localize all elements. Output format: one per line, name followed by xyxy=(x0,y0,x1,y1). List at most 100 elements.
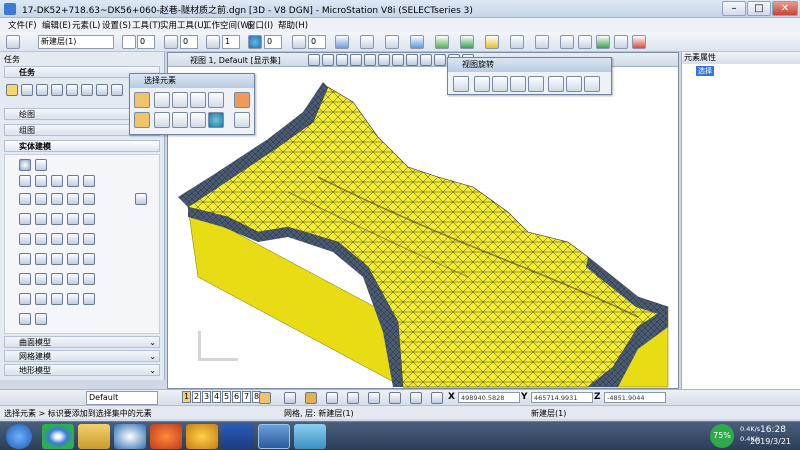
boolean-subtract-icon[interactable] xyxy=(51,213,63,225)
extend-icon[interactable] xyxy=(67,293,79,305)
torus-icon[interactable] xyxy=(67,175,79,187)
zoom-out-icon[interactable] xyxy=(322,54,334,66)
y-coordinate[interactable]: 465714.9931 xyxy=(531,392,593,403)
rectangle-select-icon[interactable] xyxy=(154,92,170,108)
rotate-tool-icon[interactable] xyxy=(66,84,78,96)
taper-icon[interactable] xyxy=(19,233,31,245)
snap-icon[interactable] xyxy=(510,35,524,49)
sphere-icon[interactable] xyxy=(19,159,31,171)
layers-icon[interactable] xyxy=(485,35,499,49)
scale-tool-icon[interactable] xyxy=(81,84,93,96)
raster-icon[interactable] xyxy=(410,35,424,49)
zoom-in-icon[interactable] xyxy=(308,54,320,66)
thicken-icon[interactable] xyxy=(83,193,95,205)
revolve-icon[interactable] xyxy=(51,193,63,205)
color-icon[interactable] xyxy=(122,35,136,49)
line-style-icon[interactable] xyxy=(164,35,178,49)
sweep-icon[interactable] xyxy=(51,273,63,285)
settings-icon[interactable] xyxy=(614,35,628,49)
front-view-icon[interactable] xyxy=(510,76,526,92)
rotate-dynamic-icon[interactable] xyxy=(453,76,469,92)
view-previous-icon[interactable] xyxy=(392,54,404,66)
section-icon[interactable] xyxy=(35,313,47,325)
imprint-icon[interactable] xyxy=(83,233,95,245)
attach-tools-icon[interactable] xyxy=(360,35,374,49)
add-selection-icon[interactable] xyxy=(154,112,170,128)
priority-icon[interactable] xyxy=(292,35,306,49)
back-view-icon[interactable] xyxy=(528,76,544,92)
box-icon[interactable] xyxy=(19,193,31,205)
view-button-4[interactable]: 4 xyxy=(212,391,221,403)
primary-tools-icon[interactable] xyxy=(335,35,349,49)
start-button[interactable] xyxy=(6,424,32,449)
wedge-icon[interactable] xyxy=(83,175,95,187)
fence-tool-icon[interactable] xyxy=(21,84,33,96)
hole-icon[interactable] xyxy=(67,233,79,245)
cylinder-icon[interactable] xyxy=(35,175,47,187)
minimize-button[interactable]: – xyxy=(722,1,746,16)
boolean-union-icon[interactable] xyxy=(19,213,31,225)
menu-settings[interactable]: 设置(S) xyxy=(102,19,131,31)
ellipse-icon[interactable] xyxy=(135,193,147,205)
close-file-icon[interactable] xyxy=(632,35,646,49)
weight-icon[interactable] xyxy=(206,35,220,49)
stitch-icon[interactable] xyxy=(19,293,31,305)
tangent-snap-icon[interactable] xyxy=(410,392,422,404)
delete-tool-icon[interactable] xyxy=(96,84,108,96)
pointer-icon[interactable] xyxy=(234,112,250,128)
boolean-intersect-icon[interactable] xyxy=(35,213,47,225)
publish-icon[interactable] xyxy=(596,35,610,49)
shell-icon[interactable] xyxy=(67,193,79,205)
menu-workspace[interactable]: 工作空间(W) xyxy=(203,19,252,31)
level-display-select[interactable]: Default xyxy=(86,391,158,405)
trim-icon[interactable] xyxy=(51,293,63,305)
paint-icon[interactable] xyxy=(294,424,326,449)
menu-element[interactable]: 元素(L) xyxy=(72,19,100,31)
view-next-icon[interactable] xyxy=(406,54,418,66)
view-attributes-icon[interactable] xyxy=(434,54,446,66)
perpendicular-snap-icon[interactable] xyxy=(431,392,443,404)
line-select-icon[interactable] xyxy=(190,92,206,108)
subtract-selection-icon[interactable] xyxy=(172,112,188,128)
materials-icon[interactable] xyxy=(460,35,474,49)
spin-icon[interactable] xyxy=(35,273,47,285)
selection-mode-icon[interactable] xyxy=(134,92,150,108)
top-view-icon[interactable] xyxy=(474,76,490,92)
app-icon-2[interactable] xyxy=(186,424,218,449)
blend-icon[interactable] xyxy=(83,273,95,285)
reference-icon[interactable] xyxy=(385,35,399,49)
nearest-snap-icon[interactable] xyxy=(284,392,296,404)
view-button-6[interactable]: 6 xyxy=(232,391,241,403)
slab-icon[interactable] xyxy=(19,175,31,187)
maximize-button[interactable]: □ xyxy=(747,1,771,16)
app-icon-1[interactable] xyxy=(150,424,182,449)
align-face-icon[interactable] xyxy=(83,253,95,265)
style-value[interactable]: 0 xyxy=(180,35,198,49)
view-button-7[interactable]: 7 xyxy=(242,391,251,403)
menu-utilities[interactable]: 实用工具(U) xyxy=(160,19,207,31)
rotate-view-icon[interactable] xyxy=(364,54,376,66)
group-surface-model[interactable]: 曲面模型 ⌄ xyxy=(4,336,160,348)
convert-icon[interactable] xyxy=(83,293,95,305)
connect-icon[interactable] xyxy=(578,35,592,49)
move-face-icon[interactable] xyxy=(35,253,47,265)
explorer-icon[interactable] xyxy=(78,424,110,449)
browser-icon[interactable] xyxy=(42,424,74,449)
view-tool-icon[interactable] xyxy=(111,84,123,96)
level-select[interactable]: 新建层(1) xyxy=(38,35,114,49)
split-icon[interactable] xyxy=(35,293,47,305)
chamfer-icon[interactable] xyxy=(83,213,95,225)
intersection-snap-icon[interactable] xyxy=(389,392,401,404)
keypoint-snap-icon[interactable] xyxy=(305,392,317,404)
view-button-1[interactable]: 1 xyxy=(182,391,191,403)
modify-face-icon[interactable] xyxy=(19,253,31,265)
pan-view-icon[interactable] xyxy=(378,54,390,66)
measure-icon[interactable] xyxy=(535,35,549,49)
x-coordinate[interactable]: 498940.5828 xyxy=(458,392,520,403)
element-properties-item[interactable]: 选择 xyxy=(696,66,714,76)
fillet-icon[interactable] xyxy=(67,213,79,225)
color-value[interactable]: 0 xyxy=(137,35,155,49)
weight-value[interactable]: 1 xyxy=(222,35,240,49)
group-solid-modeling[interactable]: 实体建模 xyxy=(4,140,160,152)
iso-view-icon[interactable] xyxy=(584,76,600,92)
